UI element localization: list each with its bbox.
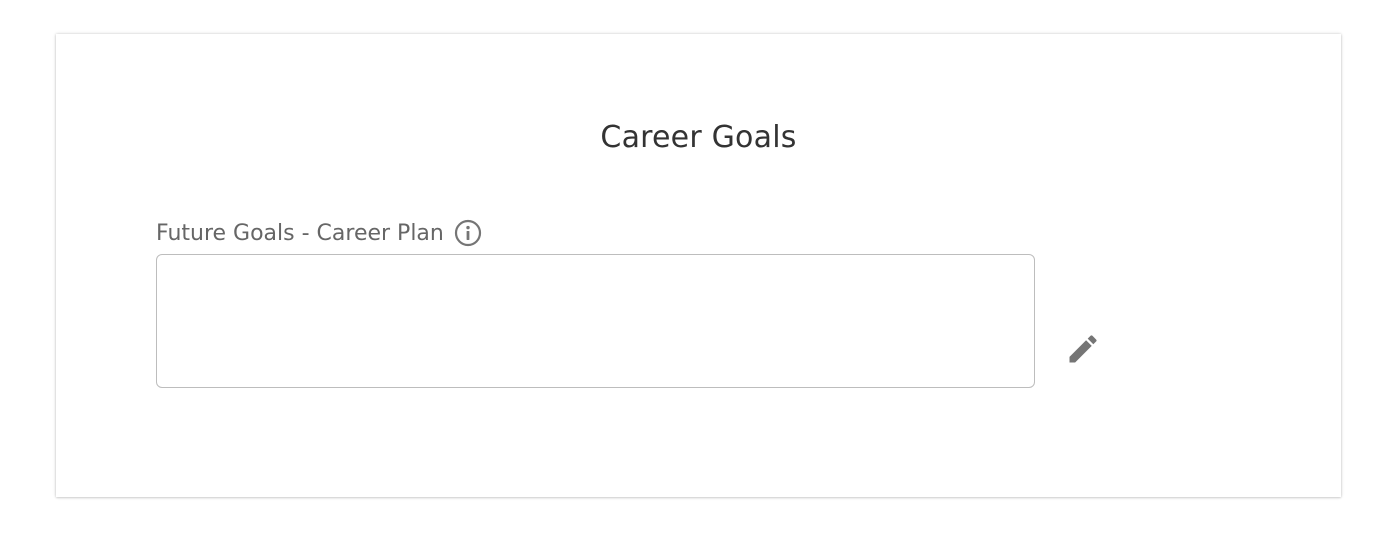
- card-title: Career Goals: [600, 120, 797, 155]
- field-label-row: Future Goals - Career Plan: [156, 218, 482, 248]
- career-goals-card: Career Goals Future Goals - Career Plan: [56, 34, 1341, 497]
- pencil-icon: [1065, 331, 1101, 370]
- career-plan-textarea[interactable]: [156, 254, 1035, 388]
- edit-button[interactable]: [1061, 328, 1105, 372]
- future-goals-label: Future Goals - Career Plan: [156, 220, 444, 246]
- info-circle-icon[interactable]: [454, 219, 482, 247]
